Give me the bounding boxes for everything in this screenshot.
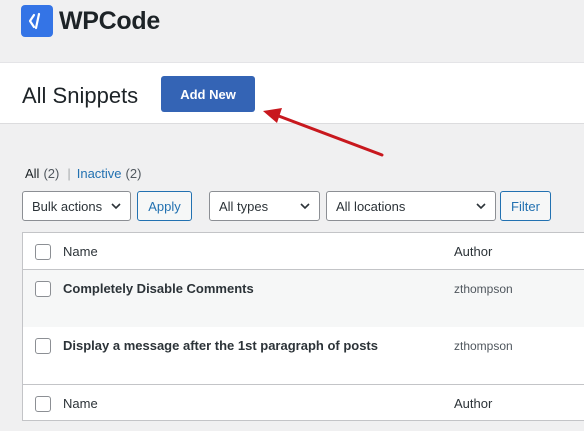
row-checkbox[interactable] [35, 281, 51, 297]
filter-button[interactable]: Filter [500, 191, 551, 221]
snippet-type-select[interactable]: All types [209, 191, 320, 221]
filter-inactive-count: (2) [125, 166, 142, 181]
snippet-author[interactable]: zthompson [454, 339, 513, 353]
bulk-actions-select[interactable]: Bulk actions [22, 191, 131, 221]
location-select[interactable]: All locations [326, 191, 496, 221]
page-title: All Snippets [22, 83, 139, 108]
snippet-name-link[interactable]: Display a message after the 1st paragrap… [63, 338, 378, 353]
chevron-down-icon [476, 203, 486, 210]
filter-all-link[interactable]: All [25, 166, 39, 181]
select-all-checkbox-footer[interactable] [35, 396, 51, 412]
wpcode-logo-icon [21, 5, 53, 37]
filter-separator: | [67, 166, 71, 181]
wpcode-logo[interactable]: WPCode [21, 5, 160, 37]
chevron-down-icon [111, 203, 121, 210]
filter-inactive-link[interactable]: Inactive [77, 166, 122, 181]
column-header-name[interactable]: Name [63, 244, 98, 259]
column-footer-author[interactable]: Author [454, 396, 492, 411]
select-all-checkbox[interactable] [35, 244, 51, 260]
apply-button[interactable]: Apply [137, 191, 192, 221]
table-footer-row: Name Author [23, 384, 584, 421]
wpcode-logo-text: WPCode [59, 6, 160, 35]
location-value: All locations [336, 198, 406, 214]
chevron-down-icon [300, 203, 310, 210]
snippet-name-link[interactable]: Completely Disable Comments [63, 281, 254, 296]
snippet-author[interactable]: zthompson [454, 282, 513, 296]
add-new-button[interactable]: Add New [161, 76, 255, 112]
table-row: Display a message after the 1st paragrap… [23, 327, 584, 384]
status-filter-links: All (2) | Inactive (2) [25, 166, 141, 181]
column-footer-name[interactable]: Name [63, 396, 98, 411]
filter-all-count: (2) [43, 166, 60, 181]
bulk-actions-value: Bulk actions [32, 198, 103, 214]
table-row: Completely Disable Comments zthompson [23, 270, 584, 327]
column-header-author[interactable]: Author [454, 244, 492, 259]
snippets-table: Name Author Completely Disable Comments … [22, 232, 584, 421]
plugin-topbar: WPCode [0, 0, 584, 62]
snippet-type-value: All types [219, 198, 269, 214]
row-checkbox[interactable] [35, 338, 51, 354]
table-header-row: Name Author [23, 233, 584, 270]
page-header: All Snippets Add New [0, 62, 584, 124]
